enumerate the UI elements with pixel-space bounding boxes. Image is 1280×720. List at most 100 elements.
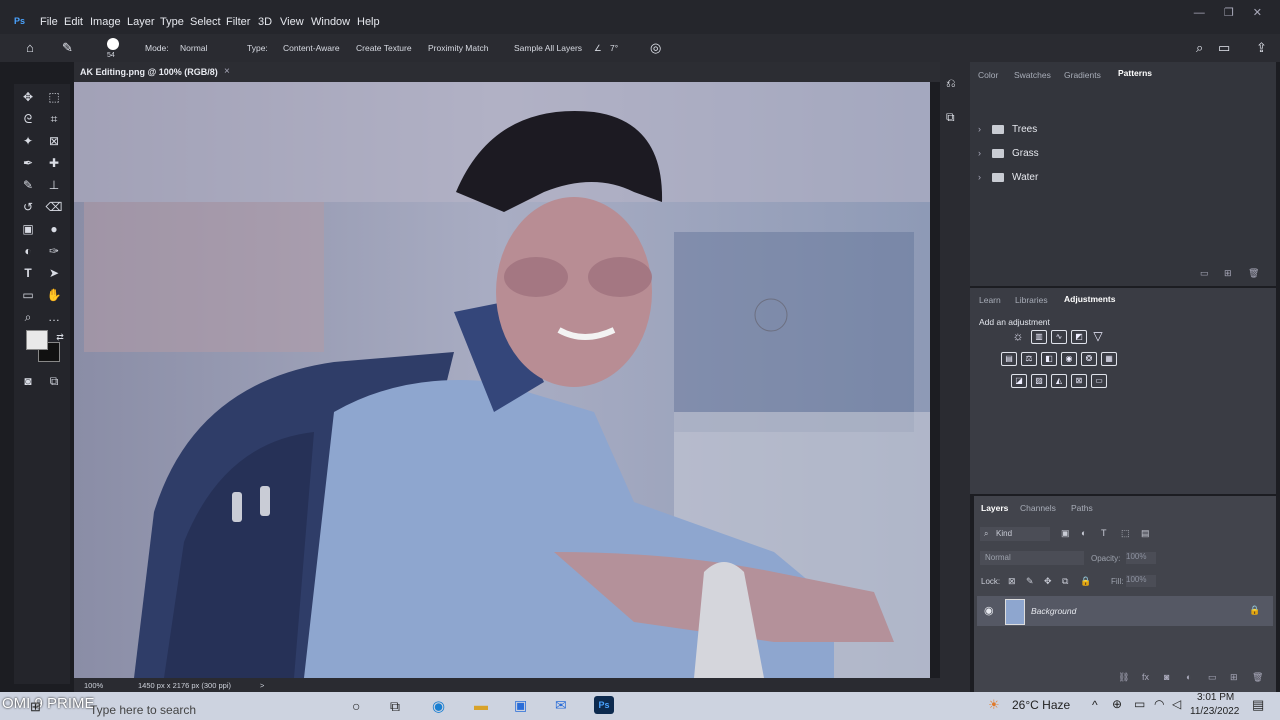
lock-artboard-icon[interactable]: ⧉ [1062,576,1068,587]
windows-start-icon[interactable]: ⊞ [30,699,41,715]
volume-icon[interactable]: ◁ [1172,697,1181,711]
layer-mask-icon[interactable]: ◙ [1164,672,1169,682]
new-group-icon[interactable]: ▭ [1208,672,1217,683]
weather-text[interactable]: 26°C Haze [1012,698,1070,712]
filter-smart-object-icon[interactable]: ▤ [1141,528,1150,539]
home-icon[interactable]: ⌂ [26,40,34,55]
fill-input[interactable]: 100% [1126,575,1156,587]
photoshop-taskbar-icon[interactable]: Ps [594,696,614,714]
visibility-eye-icon[interactable]: ◉ [984,604,994,617]
store-icon[interactable]: ▣ [514,697,527,714]
menu-image[interactable]: Image [90,16,121,28]
clock-time[interactable]: 3:01 PM [1197,692,1234,703]
rectangle-tool-icon[interactable]: ▭ [18,286,38,304]
vibrance-icon[interactable]: ▽ [1091,330,1105,342]
menu-edit[interactable]: Edit [64,16,83,28]
screen-mode-icon[interactable]: ⧉ [44,372,64,390]
marquee-tool-icon[interactable]: ⬚ [44,88,64,106]
new-group-icon[interactable]: ▭ [1200,268,1209,279]
zoom-tool-icon[interactable]: ⌕ [18,308,38,326]
search-icon[interactable]: ⌕ [1196,40,1203,56]
crop-tool-icon[interactable]: ⊠ [44,132,64,150]
hue-saturation-icon[interactable]: ▤ [1001,352,1017,366]
pen-tool-icon[interactable]: ✑ [44,242,64,260]
object-select-tool-icon[interactable]: ⌗ [44,110,64,128]
clock-date[interactable]: 11/23/2022 [1190,706,1239,717]
filter-adjustment-icon[interactable]: ◐ [1081,528,1086,538]
task-view-icon[interactable]: ○ [352,698,360,714]
type-tool-icon[interactable]: T [18,264,38,282]
type-create-texture[interactable]: Create Texture [356,43,412,53]
lock-transparent-icon[interactable]: ⊠ [1008,576,1016,587]
eyedropper-icon[interactable]: ✒ [18,154,38,172]
posterize-icon[interactable]: ▨ [1031,374,1047,388]
blur-tool-icon[interactable]: ● [44,220,64,238]
levels-icon[interactable]: ▥ [1031,330,1047,344]
gradient-map-icon[interactable]: ▭ [1091,374,1107,388]
stamp-tool-icon[interactable]: ⊥ [44,176,64,194]
file-explorer-icon[interactable]: ▬ [474,697,488,713]
magic-wand-icon[interactable]: ✦ [18,132,38,150]
restore-icon[interactable]: ❐ [1224,7,1234,19]
move-tool-icon[interactable]: ✥ [18,88,38,106]
mode-select[interactable]: Normal [180,43,207,53]
status-arrow-icon[interactable]: > [260,681,264,690]
lock-all-icon[interactable]: 🔒 [1080,576,1091,587]
menu-view[interactable]: View [280,16,304,28]
path-select-icon[interactable]: ➤ [44,264,64,282]
zoom-level[interactable]: 100% [84,681,103,690]
lock-pixels-icon[interactable]: ✎ [1026,576,1034,587]
curves-icon[interactable]: ∿ [1051,330,1067,344]
tab-libraries[interactable]: Libraries [1015,295,1048,305]
photo-filter-icon[interactable]: ◉ [1061,352,1077,366]
wifi-icon[interactable]: ◠ [1154,697,1164,711]
brush-preview-icon[interactable] [107,38,119,50]
color-balance-icon[interactable]: ⚖ [1021,352,1037,366]
layer-style-icon[interactable]: fx [1142,672,1149,682]
close-icon[interactable]: ✕ [1253,7,1262,19]
opacity-input[interactable]: 100% [1126,552,1156,564]
blend-mode-select[interactable]: Normal [980,551,1084,565]
close-tab-icon[interactable]: × [224,66,230,77]
threshold-icon[interactable]: ◭ [1051,374,1067,388]
delete-layer-icon[interactable]: 🗑 [1252,672,1263,683]
filter-type-icon[interactable]: T [1101,528,1107,538]
new-layer-icon[interactable]: ⊞ [1230,672,1238,683]
tab-paths[interactable]: Paths [1071,503,1093,513]
eraser-tool-icon[interactable]: ⌫ [44,198,64,216]
menu-3d[interactable]: 3D [258,16,272,28]
show-hidden-icons-icon[interactable]: ^ [1092,698,1098,712]
brush-tool-icon[interactable]: ✎ [18,176,38,194]
tab-layers[interactable]: Layers [981,503,1008,513]
tab-color[interactable]: Color [978,70,998,80]
history-panel-icon[interactable]: ⎌ [946,76,956,91]
angle-value[interactable]: 7° [610,43,618,53]
exposure-icon[interactable]: ◩ [1071,330,1087,344]
menu-layer[interactable]: Layer [127,16,155,28]
type-content-aware[interactable]: Content-Aware [283,43,340,53]
healing-brush-icon[interactable]: ✎ [62,40,73,56]
widgets-icon[interactable]: ⧉ [390,698,400,715]
new-pattern-icon[interactable]: ⊞ [1224,268,1232,279]
tab-gradients[interactable]: Gradients [1064,70,1101,80]
brightness-icon[interactable]: ☼ [1011,330,1025,342]
pattern-folder-grass[interactable]: › Grass [978,148,1039,159]
pattern-folder-trees[interactable]: › Trees [978,124,1037,135]
language-icon[interactable]: ⊕ [1112,697,1122,711]
menu-select[interactable]: Select [190,16,221,28]
hand-tool-icon[interactable]: ✋ [44,286,64,304]
properties-panel-icon[interactable]: ⧉ [946,110,955,125]
filter-pixel-icon[interactable]: ▣ [1061,528,1070,539]
menu-help[interactable]: Help [357,16,380,28]
history-brush-icon[interactable]: ↺ [18,198,38,216]
menu-window[interactable]: Window [311,16,350,28]
pattern-folder-water[interactable]: › Water [978,172,1038,183]
document-tab[interactable]: AK Editing.png @ 100% (RGB/8) [80,67,218,77]
sample-all-layers-checkbox[interactable]: Sample All Layers [514,43,582,53]
workspace-icon[interactable]: ▭ [1218,40,1230,56]
pressure-icon[interactable]: ◎ [650,40,661,56]
dodge-tool-icon[interactable]: ◐ [18,242,38,260]
quick-mask-icon[interactable]: ◙ [18,372,38,390]
tab-patterns[interactable]: Patterns [1118,68,1152,78]
layer-row-background[interactable]: ◉ Background 🔒 [977,596,1273,626]
